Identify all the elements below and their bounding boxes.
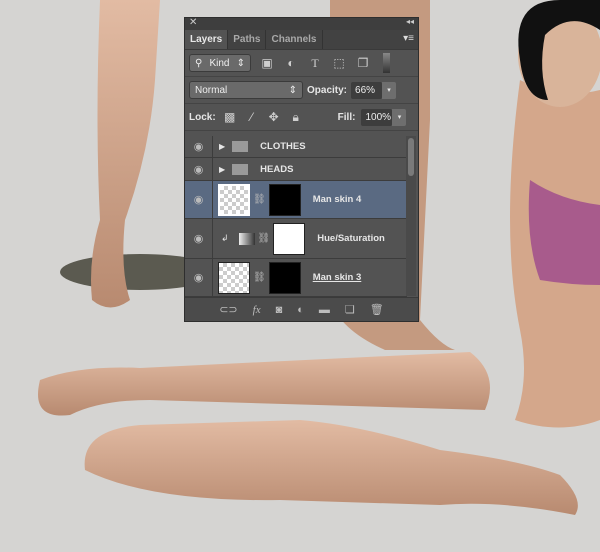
blend-mode-value: Normal [195,84,228,96]
layers-scrollbar[interactable] [406,136,416,296]
layer-name: HEADS [260,163,294,175]
expand-arrow-icon[interactable]: ▶ [219,142,225,151]
lock-all-icon[interactable]: 🔒︎ [288,110,304,125]
link-icon[interactable]: ⛓︎ [258,233,271,244]
layer-name: CLOTHES [260,141,306,152]
layer-mask-thumbnail[interactable] [268,261,301,294]
opacity-input[interactable]: 66% [351,81,383,99]
clipping-arrow-icon: ↲ [221,233,229,243]
layer-name: Hue/Saturation [317,233,385,244]
fill-input[interactable]: 100% [361,108,393,126]
panel-tabs: Layers Paths Channels ▾≡ [185,30,418,50]
tab-channels[interactable]: Channels [266,30,323,49]
opacity-label: Opacity: [307,84,348,96]
layer-name: Man skin 4 [312,194,362,205]
scrollbar-thumb[interactable] [408,138,414,176]
folder-icon [232,163,249,175]
opacity-control: 66% ▾ [351,81,397,99]
panel-footer: ⊂⊃ fx ◙ ◐ ▬ ❏ 🗑︎ [185,297,418,321]
visibility-eye-icon[interactable]: ◉ [185,136,213,157]
blend-row: Normal ⇕ Opacity: 66% ▾ [185,77,418,104]
link-icon[interactable]: ⛓︎ [253,194,266,205]
arm-upper [38,352,490,416]
blend-mode-select[interactable]: Normal ⇕ [189,81,303,99]
layer-thumbnail[interactable] [218,183,250,216]
smart-object-filter-icon[interactable]: ❐ [355,56,371,70]
link-icon[interactable]: ⛓︎ [253,272,266,283]
search-icon: ⚲ [195,57,203,69]
type-filter-icon[interactable]: T [307,56,323,71]
filter-row: ⚲ Kind ⇕ ▣ ◐ T ⬚ ❐ [185,50,418,77]
layer-mask-thumbnail[interactable] [268,183,301,216]
add-mask-icon[interactable]: ◙ [276,304,283,316]
filter-kind-label: Kind [209,57,230,69]
new-layer-icon[interactable]: ❏ [345,303,355,316]
fill-control: 100% ▾ [361,108,407,126]
fill-label: Fill: [337,111,356,123]
close-icon[interactable]: ✕ [189,17,197,28]
tab-paths[interactable]: Paths [228,30,267,49]
lock-label: Lock: [189,111,216,123]
layer-thumbnail[interactable] [218,261,250,294]
filter-toggle[interactable] [383,53,390,73]
visibility-eye-icon[interactable]: ◉ [185,219,213,258]
visibility-eye-icon[interactable]: ◉ [185,158,213,180]
lock-paint-icon[interactable]: ⁄ [244,110,260,124]
arm-lower [84,420,578,515]
layer-hue-saturation[interactable]: ◉ ↲ ⛓︎ Hue/Saturation [185,219,407,259]
layer-name: Man skin 3 [312,272,362,283]
expand-arrow-icon[interactable]: ▶ [219,165,225,174]
opacity-dropdown[interactable]: ▾ [382,81,397,99]
pixel-filter-icon[interactable]: ▣ [259,56,275,70]
lock-transparency-icon[interactable]: ▩ [222,110,238,124]
fx-icon[interactable]: fx [253,304,261,316]
layer-man-skin-3[interactable]: ◉ ⛓︎ Man skin 3 [185,259,407,297]
layers-panel: ✕ ◂◂ Layers Paths Channels ▾≡ ⚲ Kind ⇕ ▣ ◐… [184,17,419,322]
layers-list: ◉ ▶ CLOTHES ◉ ▶ HEADS ◉ ⛓︎ Man skin 4 ◉ … [185,136,407,297]
lock-row: Lock: ▩ ⁄ ✥ 🔒︎ Fill: 100% ▾ [185,104,418,131]
fill-dropdown[interactable]: ▾ [392,108,407,126]
collapse-icon[interactable]: ◂◂ [406,17,414,26]
adjustment-filter-icon[interactable]: ◐ [283,56,299,70]
panel-menu-icon[interactable]: ▾≡ [403,33,414,44]
trash-icon[interactable]: 🗑︎ [370,303,384,316]
folder-icon [232,141,249,152]
new-group-icon[interactable]: ▬ [319,304,330,316]
shape-filter-icon[interactable]: ⬚ [331,56,347,70]
adjustment-layer-icon[interactable]: ◐ [297,304,304,316]
filter-kind-select[interactable]: ⚲ Kind ⇕ [189,54,251,72]
tab-layers[interactable]: Layers [185,30,229,49]
link-layers-icon[interactable]: ⊂⊃ [219,303,237,316]
layer-mask-thumbnail[interactable] [273,222,306,255]
visibility-eye-icon[interactable]: ◉ [185,181,213,218]
hue-saturation-icon [238,232,255,245]
layer-group-clothes[interactable]: ◉ ▶ CLOTHES [185,136,407,158]
panel-titlebar[interactable]: ✕ ◂◂ [185,17,418,30]
lock-position-icon[interactable]: ✥ [266,110,282,124]
layer-man-skin-4[interactable]: ◉ ⛓︎ Man skin 4 [185,181,407,219]
visibility-eye-icon[interactable]: ◉ [185,259,213,296]
layer-group-heads[interactable]: ◉ ▶ HEADS [185,158,407,181]
